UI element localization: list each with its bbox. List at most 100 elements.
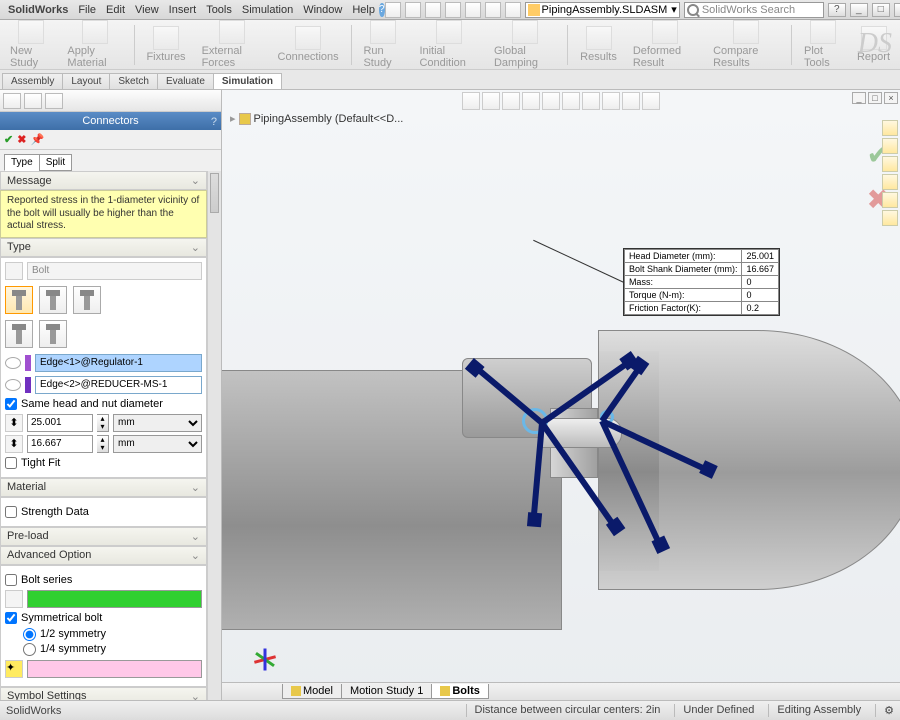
series-color-picker[interactable]	[27, 590, 202, 608]
status-extras[interactable]: ⚙	[875, 704, 894, 717]
ribbon-initial-condition[interactable]: Initial Condition	[415, 20, 482, 69]
ribbon-new-study[interactable]: New Study	[6, 20, 55, 69]
taskpane-design-library-button[interactable]	[882, 138, 898, 154]
symmetrical-bolt-checkbox[interactable]: Symmetrical bolt	[5, 612, 202, 624]
feature-tree-tab-button[interactable]	[3, 93, 21, 109]
undo-button[interactable]	[465, 2, 481, 18]
pm-symbol-settings-header[interactable]: Symbol Settings⌄	[0, 687, 207, 701]
display-style-button[interactable]	[562, 92, 580, 110]
ribbon-results[interactable]: Results	[576, 26, 621, 63]
pm-pushpin-icon[interactable]: 📌	[30, 133, 44, 146]
symbol-color-picker[interactable]	[27, 660, 202, 678]
pm-scrollbar[interactable]	[207, 171, 221, 700]
taskpane-appearances-button[interactable]	[882, 192, 898, 208]
tab-simulation[interactable]: Simulation	[213, 73, 282, 89]
prev-view-button[interactable]	[502, 92, 520, 110]
tab-evaluate[interactable]: Evaluate	[157, 73, 214, 89]
menu-window[interactable]: Window	[303, 4, 342, 16]
connector-type-combo[interactable]	[27, 262, 202, 280]
shank-diameter-field[interactable]	[27, 435, 93, 453]
config-tab-button[interactable]	[45, 93, 63, 109]
pm-type-header[interactable]: Type⌄	[0, 238, 207, 257]
close-button[interactable]: ×	[894, 3, 900, 17]
menu-simulation[interactable]: Simulation	[242, 4, 293, 16]
apply-scene-button[interactable]	[622, 92, 640, 110]
edit-appearance-button[interactable]	[602, 92, 620, 110]
ribbon-plot-tools[interactable]: Plot Tools	[800, 20, 845, 69]
view-orientation-button[interactable]	[542, 92, 560, 110]
open-doc-button[interactable]	[405, 2, 421, 18]
pm-material-header[interactable]: Material⌄	[0, 478, 207, 497]
ribbon-connections[interactable]: Connections	[274, 26, 343, 63]
shank-diameter-unit[interactable]: mm	[113, 435, 202, 453]
strength-data-checkbox[interactable]: Strength Data	[5, 506, 202, 518]
bolt-counterbore-screw-button[interactable]	[73, 286, 101, 314]
rebuild-button[interactable]	[505, 2, 521, 18]
flyout-tree-root[interactable]: ▸ PipingAssembly (Default<<D...	[230, 112, 403, 125]
pm-ok-button[interactable]: ✔	[4, 133, 13, 146]
ribbon-fixtures[interactable]: Fixtures	[142, 26, 189, 63]
tab-sketch[interactable]: Sketch	[109, 73, 158, 89]
ribbon-compare-results[interactable]: Compare Results	[709, 20, 783, 69]
child-maximize-button[interactable]: □	[868, 92, 882, 104]
tab-model[interactable]: Model	[282, 684, 342, 699]
hide-show-button[interactable]	[582, 92, 600, 110]
zoom-area-button[interactable]	[482, 92, 500, 110]
ribbon-apply-material[interactable]: Apply Material	[63, 20, 125, 69]
menu-insert[interactable]: Insert	[169, 4, 197, 16]
head-diameter-field[interactable]	[27, 414, 93, 432]
bolt-series-checkbox[interactable]: Bolt series	[5, 574, 202, 586]
half-symmetry-radio[interactable]: 1/2 symmetry	[23, 628, 202, 641]
bolt-countersink-screw-button[interactable]	[5, 320, 33, 348]
expand-tree-icon[interactable]: ▸	[230, 112, 236, 125]
new-doc-button[interactable]	[385, 2, 401, 18]
pm-help-icon[interactable]: ?	[211, 113, 217, 131]
save-button[interactable]	[425, 2, 441, 18]
property-tab-button[interactable]	[24, 93, 42, 109]
child-minimize-button[interactable]: _	[852, 92, 866, 104]
print-button[interactable]	[445, 2, 461, 18]
bolt-countersink-nut-button[interactable]	[39, 286, 67, 314]
pm-message-header[interactable]: Message⌄	[0, 171, 207, 190]
menu-help[interactable]: Help	[352, 4, 375, 16]
menu-tools[interactable]: Tools	[206, 4, 232, 16]
same-head-nut-checkbox[interactable]: Same head and nut diameter	[5, 398, 202, 410]
taskpane-resources-button[interactable]	[882, 120, 898, 136]
menu-file[interactable]: File	[78, 4, 96, 16]
bolt-foundation-button[interactable]	[39, 320, 67, 348]
taskpane-file-explorer-button[interactable]	[882, 156, 898, 172]
callout-row-value[interactable]: 25.001	[742, 250, 779, 263]
head-diameter-unit[interactable]: mm	[113, 414, 202, 432]
edge2-selection-field[interactable]	[35, 376, 202, 394]
help-button[interactable]: ?	[828, 3, 846, 17]
tab-motion-study[interactable]: Motion Study 1	[341, 684, 432, 699]
maximize-button[interactable]: □	[872, 3, 890, 17]
head-diameter-spinner[interactable]: ▴▾	[97, 414, 109, 432]
pm-cancel-button[interactable]: ✖	[17, 133, 26, 146]
taskpane-custom-props-button[interactable]	[882, 210, 898, 226]
ribbon-run-study[interactable]: Run Study	[359, 20, 407, 69]
menu-view[interactable]: View	[135, 4, 159, 16]
graphics-viewport[interactable]: _ □ × ▸ PipingAssembly (Default<<D... ✔ …	[222, 90, 900, 700]
tab-assembly[interactable]: Assembly	[2, 73, 63, 89]
child-close-button[interactable]: ×	[884, 92, 898, 104]
document-name-combo[interactable]: PipingAssembly.SLDASM ▾	[525, 2, 680, 18]
ribbon-deformed-result[interactable]: Deformed Result	[629, 20, 701, 69]
pm-tab-type[interactable]: Type	[4, 154, 40, 171]
tight-fit-checkbox[interactable]: Tight Fit	[5, 457, 202, 469]
pm-tab-split[interactable]: Split	[39, 154, 72, 171]
options-button[interactable]	[485, 2, 501, 18]
orientation-triad[interactable]	[242, 630, 282, 670]
minimize-button[interactable]: _	[850, 3, 868, 17]
bolt-counterbore-nut-button[interactable]	[5, 286, 33, 314]
zoom-fit-button[interactable]	[462, 92, 480, 110]
search-box[interactable]: SolidWorks Search	[684, 2, 824, 18]
ribbon-external-forces[interactable]: External Forces	[198, 20, 266, 69]
taskpane-view-palette-button[interactable]	[882, 174, 898, 190]
ribbon-global-damping[interactable]: Global Damping	[490, 20, 559, 69]
tab-bolts[interactable]: Bolts	[431, 684, 489, 699]
view-settings-button[interactable]	[642, 92, 660, 110]
pm-preload-header[interactable]: Pre-load⌄	[0, 527, 207, 546]
tab-layout[interactable]: Layout	[62, 73, 110, 89]
menu-edit[interactable]: Edit	[106, 4, 125, 16]
